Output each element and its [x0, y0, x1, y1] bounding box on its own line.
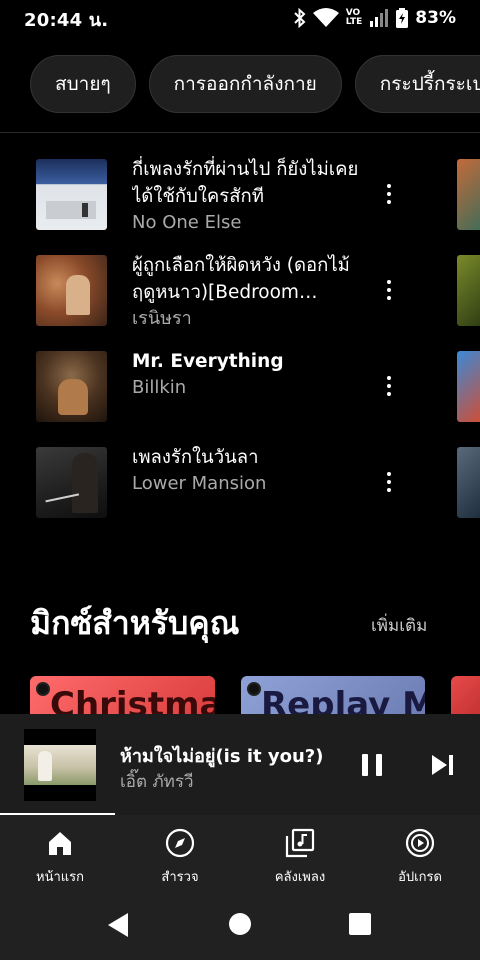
next-column-thumbnail[interactable] [457, 159, 480, 230]
now-playing-thumbnail [24, 729, 96, 801]
status-bar: 20:44 น. VO LTE 83% [0, 0, 480, 38]
status-icons: VO LTE 83% [294, 8, 456, 28]
section-title: มิกซ์สำหรับคุณ [30, 604, 240, 642]
mix-card-next[interactable] [451, 676, 480, 714]
next-column-thumbnail[interactable] [457, 255, 480, 326]
home-button-icon[interactable] [229, 913, 251, 935]
volte-indicator: VO LTE [345, 8, 363, 27]
system-nav-bar [0, 890, 480, 960]
song-row[interactable]: เพลงรักในวันลา Lower Mansion [0, 434, 480, 530]
song-artist: No One Else [132, 212, 242, 233]
youtube-music-logo-icon [247, 682, 261, 696]
back-icon[interactable] [106, 912, 130, 938]
more-options-icon[interactable] [380, 278, 398, 302]
upgrade-icon [404, 827, 436, 859]
next-column-thumbnail[interactable] [457, 447, 480, 518]
more-button[interactable]: เพิ่มเติม [371, 612, 427, 639]
song-thumbnail [36, 351, 107, 422]
song-artist: Lower Mansion [132, 473, 267, 494]
song-artist: Billkin [132, 377, 187, 398]
mix-cards: Christmas Replay Mix [30, 676, 480, 714]
cell-signal-icon [370, 9, 389, 27]
song-thumbnail [36, 447, 107, 518]
chip-relax[interactable]: สบายๆ [30, 55, 136, 113]
nav-upgrade[interactable]: อัปเกรด [360, 815, 480, 890]
song-thumbnail [36, 255, 107, 326]
nav-home[interactable]: หน้าแรก [0, 815, 120, 890]
nav-label: อัปเกรด [398, 870, 442, 885]
song-title: Mr. Everything [132, 351, 284, 372]
song-title: ผู้ถูกเลือกให้ผิดหวัง (ดอกไม้ฤดูหนาว)[Be… [132, 255, 350, 303]
divider [0, 132, 480, 133]
nav-explore[interactable]: สำรวจ [120, 815, 240, 890]
song-list: กี่เพลงรักที่ผ่านไป ก็ยังไม่เคยได้ใช้กับ… [0, 146, 480, 530]
more-options-icon[interactable] [380, 374, 398, 398]
youtube-music-logo-icon [36, 682, 50, 696]
battery-icon [396, 8, 409, 28]
nav-label: สำรวจ [161, 870, 199, 885]
song-row[interactable]: Mr. Everything Billkin [0, 338, 480, 434]
mix-card-replay[interactable]: Replay Mix [241, 676, 425, 714]
now-playing-title: ห้ามใจไม่อยู่(is it you?) [120, 746, 324, 767]
status-time: 20:44 น. [24, 9, 109, 31]
library-icon [284, 827, 316, 859]
song-title: เพลงรักในวันลา [132, 447, 259, 468]
home-icon [44, 827, 76, 859]
recent-apps-icon[interactable] [349, 913, 371, 935]
song-artist: เรนิษรา [132, 308, 192, 329]
next-column-thumbnail[interactable] [457, 351, 480, 422]
mini-player[interactable]: ห้ามใจไม่อยู่(is it you?) เอิ๊ต ภัทรวี [0, 714, 480, 815]
song-row[interactable]: ผู้ถูกเลือกให้ผิดหวัง (ดอกไม้ฤดูหนาว)[Be… [0, 242, 480, 338]
song-thumbnail [36, 159, 107, 230]
compass-icon [164, 827, 196, 859]
now-playing-artist: เอิ๊ต ภัทรวี [120, 772, 194, 792]
song-title: กี่เพลงรักที่ผ่านไป ก็ยังไม่เคยได้ใช้กับ… [132, 159, 359, 207]
pause-button[interactable] [357, 751, 387, 779]
chip-workout[interactable]: การออกกำลังกาย [148, 55, 342, 113]
bluetooth-icon [294, 8, 306, 28]
more-options-icon[interactable] [380, 470, 398, 494]
battery-percent: 83% [415, 8, 456, 28]
nav-label: คลังเพลง [274, 870, 326, 885]
more-options-icon[interactable] [380, 182, 398, 206]
nav-label: หน้าแรก [36, 870, 84, 885]
mood-chips: สบายๆ การออกกำลังกาย กระปรี้กระเปร่า [30, 55, 480, 113]
skip-next-icon[interactable] [428, 752, 458, 778]
nav-library[interactable]: คลังเพลง [240, 815, 360, 890]
bottom-nav: หน้าแรก สำรวจ คลังเพลง อัปเกรด [0, 815, 480, 890]
wifi-icon [312, 8, 339, 27]
chip-energize[interactable]: กระปรี้กระเปร่า [354, 55, 480, 113]
mix-card-christmas[interactable]: Christmas [30, 676, 215, 714]
song-row[interactable]: กี่เพลงรักที่ผ่านไป ก็ยังไม่เคยได้ใช้กับ… [0, 146, 480, 242]
